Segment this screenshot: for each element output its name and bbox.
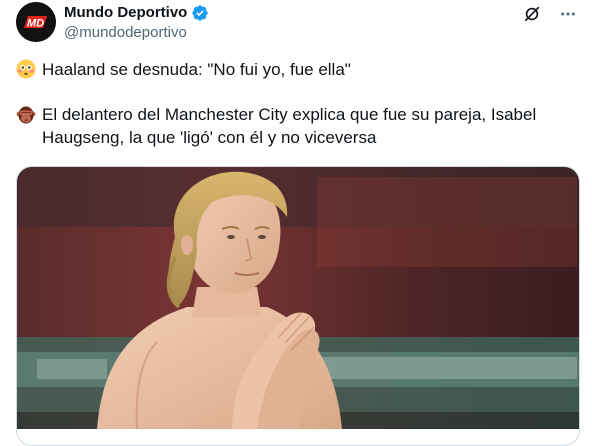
author-name-row: Mundo Deportivo	[64, 3, 209, 22]
author-handle[interactable]: @mundodeportivo	[64, 23, 187, 42]
tweet-body: El delantero del Manchester City explica…	[16, 103, 576, 149]
avatar[interactable]: MD	[16, 2, 56, 42]
tweet-line-2: El delantero del Manchester City explica…	[42, 105, 537, 147]
see-no-evil-monkey-emoji	[16, 105, 36, 125]
tweet-text: Haaland se desnuda: "No fui yo, fue ella…	[16, 58, 576, 149]
author-display-name[interactable]: Mundo Deportivo	[64, 3, 187, 22]
tweet-actions-top	[522, 4, 578, 24]
player-photo	[17, 167, 579, 429]
tweet-headline: Haaland se desnuda: "No fui yo, fue ella…	[16, 58, 576, 81]
avatar-logo-text: MD	[27, 18, 44, 30]
md-logo: MD	[16, 2, 56, 42]
tweet-media-photo[interactable]	[16, 166, 580, 446]
verified-badge-icon	[191, 4, 209, 22]
flushed-face-emoji	[16, 59, 36, 79]
grok-icon[interactable]	[522, 4, 542, 24]
tweet-line-1: Haaland se desnuda: "No fui yo, fue ella…	[42, 60, 351, 79]
more-options-icon[interactable]	[558, 4, 578, 24]
